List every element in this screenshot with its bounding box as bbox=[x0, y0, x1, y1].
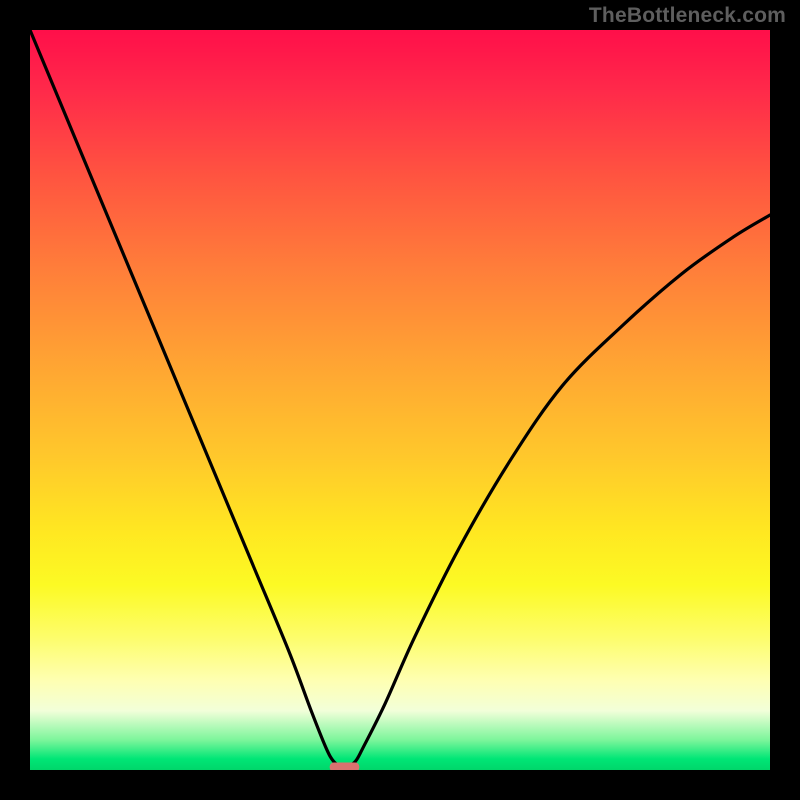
curve-layer bbox=[30, 30, 770, 770]
optimal-zone-marker bbox=[330, 763, 360, 770]
marker-rect bbox=[330, 763, 360, 770]
bottleneck-curve bbox=[30, 30, 770, 767]
plot-area bbox=[30, 30, 770, 770]
watermark-text: TheBottleneck.com bbox=[589, 4, 786, 28]
curve-path bbox=[30, 30, 770, 767]
chart-frame: TheBottleneck.com bbox=[0, 0, 800, 800]
